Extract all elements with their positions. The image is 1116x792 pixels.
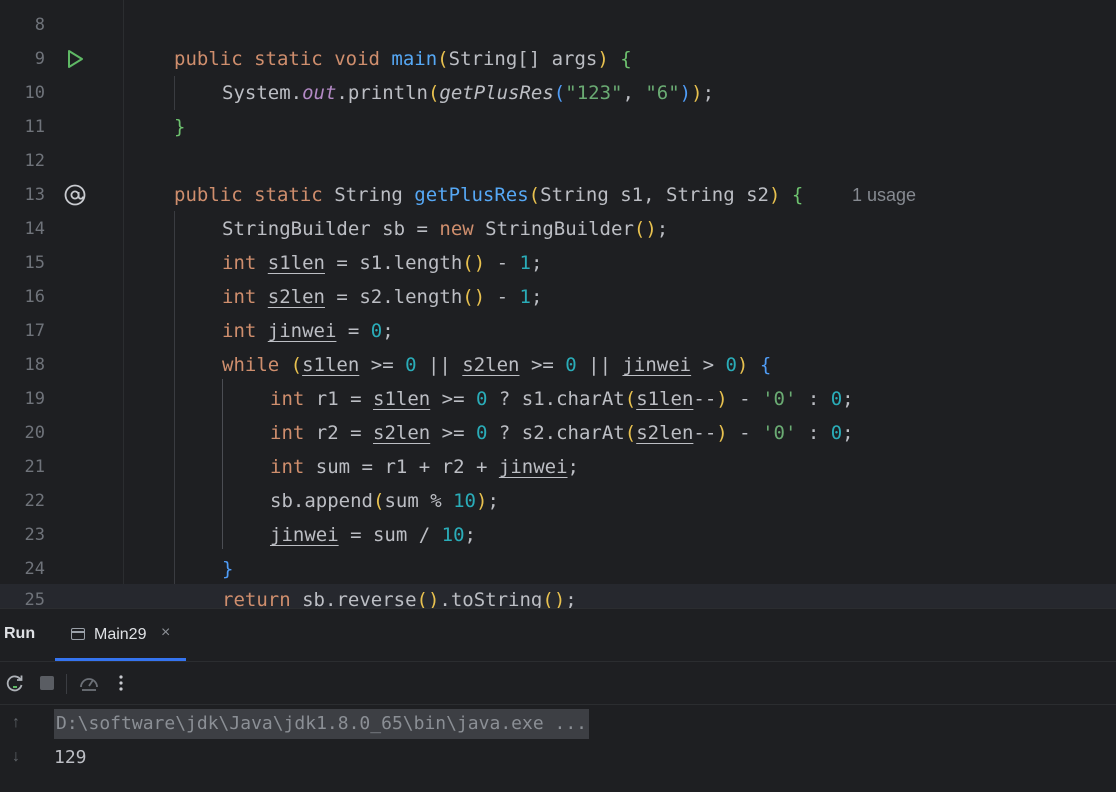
line-number: 22 bbox=[24, 491, 45, 511]
program-output: 129 bbox=[54, 747, 87, 768]
tab-main29[interactable]: Main29 × bbox=[55, 609, 186, 661]
line-number: 20 bbox=[24, 423, 45, 443]
code-text: sb.append(sum % 10); bbox=[270, 490, 499, 512]
code-text: System.out.println(getPlusRes("123", "6"… bbox=[222, 82, 715, 104]
line-number: 21 bbox=[24, 457, 45, 477]
command-line[interactable]: D:\software\jdk\Java\jdk1.8.0_65\bin\jav… bbox=[54, 709, 590, 739]
toolbar-separator bbox=[66, 674, 67, 694]
code-line[interactable]: 9 public static void main(String[] args)… bbox=[0, 42, 1116, 76]
code-text: } bbox=[222, 558, 234, 580]
rerun-icon[interactable] bbox=[3, 671, 27, 695]
line-number: 11 bbox=[24, 117, 45, 137]
line-number: 19 bbox=[24, 389, 45, 409]
code-line[interactable]: 10 System.out.println(getPlusRes("123", … bbox=[0, 76, 1116, 110]
console-output[interactable]: D:\software\jdk\Java\jdk1.8.0_65\bin\jav… bbox=[36, 705, 1116, 792]
more-vertical-icon[interactable] bbox=[109, 671, 133, 695]
line-number: 10 bbox=[24, 83, 45, 103]
code-line[interactable]: 13 public static String getPlusRes(Strin… bbox=[0, 178, 1116, 212]
code-text: int sum = r1 + r2 + jinwei; bbox=[270, 456, 579, 478]
code-line[interactable]: 15 int s1len = s1.length() - 1; bbox=[0, 246, 1116, 280]
code-line[interactable]: 19 int r1 = s1len >= 0 ? s1.charAt(s1len… bbox=[0, 382, 1116, 416]
run-tool-window: Run Main29 × ↑ ↓ D:\software\jdk\Java\jd… bbox=[0, 608, 1116, 792]
line-number: 9 bbox=[34, 49, 45, 69]
code-text: int r2 = s2len >= 0 ? s2.charAt(s2len--)… bbox=[270, 422, 854, 444]
line-number: 23 bbox=[24, 525, 45, 545]
console-window-icon bbox=[71, 628, 85, 640]
close-icon[interactable]: × bbox=[161, 624, 170, 642]
code-line[interactable]: 11 } bbox=[0, 110, 1116, 144]
code-text: while (s1len >= 0 || s2len >= 0 || jinwe… bbox=[222, 354, 772, 376]
line-number: 18 bbox=[24, 355, 45, 375]
line-number: 25 bbox=[24, 590, 45, 608]
code-text: } bbox=[174, 116, 186, 138]
line-number: 12 bbox=[24, 151, 45, 171]
line-number: 16 bbox=[24, 287, 45, 307]
line-number: 13 bbox=[24, 185, 45, 205]
code-text: int jinwei = 0; bbox=[222, 320, 394, 342]
code-text: public static String getPlusRes(String s… bbox=[174, 184, 804, 206]
run-toolbar bbox=[0, 662, 1116, 705]
gauge-icon[interactable] bbox=[77, 671, 101, 695]
code-line[interactable]: 14 StringBuilder sb = new StringBuilder(… bbox=[0, 212, 1116, 246]
run-tab-bar: Run Main29 × bbox=[0, 609, 1116, 662]
arrow-down-icon[interactable]: ↓ bbox=[6, 747, 26, 767]
code-line[interactable]: 12 bbox=[0, 144, 1116, 178]
code-text: int r1 = s1len >= 0 ? s1.charAt(s1len--)… bbox=[270, 388, 854, 410]
code-text: int s1len = s1.length() - 1; bbox=[222, 252, 543, 274]
line-number: 14 bbox=[24, 219, 45, 239]
stop-icon[interactable] bbox=[35, 671, 59, 695]
line-number: 15 bbox=[24, 253, 45, 273]
line-number: 17 bbox=[24, 321, 45, 341]
at-sign-icon[interactable] bbox=[62, 178, 88, 212]
code-line[interactable]: 16 int s2len = s2.length() - 1; bbox=[0, 280, 1116, 314]
code-line[interactable]: 8 bbox=[0, 8, 1116, 42]
tab-label: Main29 bbox=[94, 626, 147, 643]
code-text: jinwei = sum / 10; bbox=[270, 524, 476, 546]
console-side-toolbar: ↑ ↓ bbox=[0, 705, 36, 792]
code-text: StringBuilder sb = new StringBuilder(); bbox=[222, 218, 669, 240]
code-text: int s2len = s2.length() - 1; bbox=[222, 286, 543, 308]
code-line-current[interactable]: 25 return sb.reverse().toString(); bbox=[0, 584, 1116, 608]
line-number: 8 bbox=[34, 15, 45, 35]
code-line[interactable]: 22 sb.append(sum % 10); bbox=[0, 484, 1116, 518]
code-line[interactable]: 23 jinwei = sum / 10; bbox=[0, 518, 1116, 552]
code-line[interactable]: 21 int sum = r1 + r2 + jinwei; bbox=[0, 450, 1116, 484]
usage-hint[interactable]: 1 usage bbox=[852, 178, 916, 212]
code-line[interactable]: 24 } bbox=[0, 552, 1116, 586]
run-panel-title: Run bbox=[4, 625, 36, 642]
arrow-up-icon[interactable]: ↑ bbox=[6, 713, 26, 733]
line-number: 24 bbox=[24, 559, 45, 579]
code-editor[interactable]: 8 9 public static void main(String[] arg… bbox=[0, 0, 1116, 608]
code-text: public static void main(String[] args) { bbox=[174, 48, 632, 70]
code-line[interactable]: 18 while (s1len >= 0 || s2len >= 0 || ji… bbox=[0, 348, 1116, 382]
code-text: return sb.reverse().toString(); bbox=[222, 589, 577, 608]
code-line[interactable]: 17 int jinwei = 0; bbox=[0, 314, 1116, 348]
active-tab-indicator bbox=[55, 658, 186, 661]
code-line[interactable]: 20 int r2 = s2len >= 0 ? s2.charAt(s2len… bbox=[0, 416, 1116, 450]
run-triangle-icon[interactable] bbox=[62, 42, 88, 76]
